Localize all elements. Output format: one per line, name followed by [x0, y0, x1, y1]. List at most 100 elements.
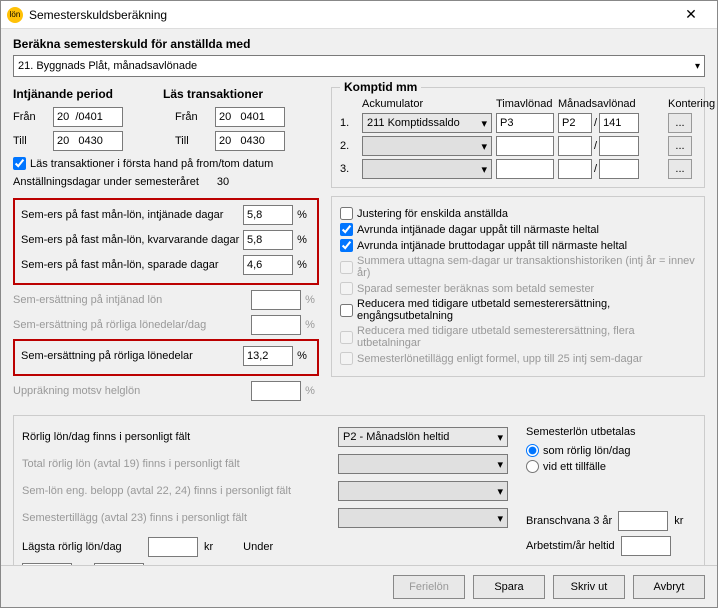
sem-eng-label: Sem-lön eng. belopp (avtal 22, 24) finns…	[22, 485, 320, 497]
anst-days-label: Anställningsdagar under semesteråret	[13, 176, 199, 188]
from-label-2: Från	[175, 111, 209, 123]
bottom-form: Rörlig lön/dag finns i personligt fält T…	[13, 415, 705, 565]
lagsta-rorlig-label: Lägsta rörlig lön/dag	[22, 541, 142, 553]
las-till-input[interactable]	[215, 131, 285, 151]
pct-r3-unit: %	[293, 259, 311, 271]
intj-till-input[interactable]	[53, 131, 123, 151]
pct-r6-label: Sem-ersättning på rörliga lönedelar	[21, 350, 243, 362]
total-rorlig-label: Total rörlig lön (avtal 19) finns i pers…	[22, 458, 320, 470]
pct-r6-input[interactable]	[243, 346, 293, 366]
spara-button[interactable]: Spara	[473, 575, 545, 599]
arbetstim-input[interactable]	[621, 536, 671, 556]
komp-row2-kon[interactable]	[599, 136, 639, 156]
check-justering[interactable]	[340, 207, 353, 220]
ferie-button: Ferielön	[393, 575, 465, 599]
pct-r4-label: Sem-ersättning på intjänad lön	[13, 294, 251, 306]
pct-r4-input	[251, 290, 301, 310]
pct-r1-label: Sem-ers på fast mån-lön, intjänade dagar	[21, 209, 243, 221]
las-first-label: Läs transaktioner i första hand på from/…	[30, 158, 273, 170]
chevron-down-icon: ▾	[481, 117, 487, 130]
check-reducera-eng[interactable]	[340, 304, 353, 317]
skriv-button[interactable]: Skriv ut	[553, 575, 625, 599]
komp-head-man: Månadsavlönad	[558, 98, 664, 110]
chevron-down-icon: ▾	[481, 163, 487, 176]
komp-head-tim: Timavlönad	[496, 98, 554, 110]
check-reducera-flera	[340, 331, 353, 344]
chevron-down-icon: ▾	[497, 431, 503, 444]
rorlig-combo[interactable]: P2 - Månadslön heltid▾	[338, 427, 508, 447]
chevron-down-icon: ▾	[481, 140, 487, 153]
till-label-2: Till	[175, 135, 209, 147]
chevron-down-icon: ▾	[497, 458, 503, 471]
komp-row2-browse[interactable]: ...	[668, 136, 692, 156]
chevron-down-icon: ▾	[497, 512, 503, 525]
chevron-down-icon: ▾	[497, 485, 503, 498]
redbox-1: Sem-ers på fast mån-lön, intjänade dagar…	[13, 198, 319, 285]
pct-r7-unit: %	[301, 385, 319, 397]
komp-row3-man[interactable]	[558, 159, 592, 179]
section-header: Beräkna semesterskuld för anställda med	[13, 37, 705, 51]
bransch-input[interactable]	[618, 511, 668, 531]
pct-r3-input[interactable]	[243, 255, 293, 275]
window-title: Semesterskuldsberäkning	[29, 8, 671, 22]
agreement-select[interactable]: 21. Byggnads Plåt, månadsavlönade ▾	[13, 55, 705, 77]
komp-legend: Komptid mm	[340, 80, 421, 94]
sem-eng-combo: ▾	[338, 481, 508, 501]
komp-row3-num: 3.	[340, 163, 358, 175]
pct-r5-unit: %	[301, 319, 319, 331]
redbox-2: Sem-ersättning på rörliga lönedelar %	[13, 339, 319, 376]
pct-r2-input[interactable]	[243, 230, 293, 250]
pct-r4-unit: %	[301, 294, 319, 306]
komp-head-kon: Kontering	[668, 98, 696, 110]
from-label-1: Från	[13, 111, 47, 123]
lagsta-rorlig-input[interactable]	[148, 537, 198, 557]
komp-row1-man[interactable]	[558, 113, 592, 133]
komp-fieldset: Komptid mm Ackumulator Timavlönad Månads…	[331, 87, 705, 188]
pct-r1-input[interactable]	[243, 205, 293, 225]
radio-rorlig[interactable]	[526, 444, 539, 457]
till-label-1: Till	[13, 135, 47, 147]
las-from-input[interactable]	[215, 107, 285, 127]
komp-row2-ack[interactable]: ▾	[362, 136, 492, 156]
check-semtillagg	[340, 352, 353, 365]
komp-row2-man[interactable]	[558, 136, 592, 156]
komp-row3-tim[interactable]	[496, 159, 554, 179]
las-first-checkbox[interactable]	[13, 157, 26, 170]
komp-row1-tim[interactable]	[496, 113, 554, 133]
komp-row2-tim[interactable]	[496, 136, 554, 156]
app-icon: lön	[7, 7, 23, 23]
agreement-value: 21. Byggnads Plåt, månadsavlönade	[18, 60, 197, 72]
komp-row1-kon[interactable]	[599, 113, 639, 133]
rorlig-head: Rörlig lön/dag finns i personligt fält	[22, 431, 320, 443]
komp-row3-ack[interactable]: ▾	[362, 159, 492, 179]
pct-r1-unit: %	[293, 209, 311, 221]
close-button[interactable]: ✕	[671, 1, 711, 29]
pct-r6-unit: %	[293, 350, 311, 362]
komp-row1-ack[interactable]: 211 Komptidssaldo▾	[362, 113, 492, 133]
period-head-intj: Intjänande period	[13, 87, 113, 101]
intj-from-input[interactable]	[53, 107, 123, 127]
chevron-down-icon: ▾	[695, 61, 700, 72]
pct-r5-label: Sem-ersättning på rörliga lönedelar/dag	[13, 319, 251, 331]
check-avrunda-brutto[interactable]	[340, 239, 353, 252]
check-sparad	[340, 282, 353, 295]
pct-r2-label: Sem-ers på fast mån-lön, kvarvarande dag…	[21, 234, 243, 246]
sem-till-combo: ▾	[338, 508, 508, 528]
komp-head-ack: Ackumulator	[362, 98, 492, 110]
window: lön Semesterskuldsberäkning ✕ Beräkna se…	[0, 0, 718, 608]
komp-row1-browse[interactable]: ...	[668, 113, 692, 133]
radio-vid[interactable]	[526, 460, 539, 473]
komp-row3-browse[interactable]: ...	[668, 159, 692, 179]
options-fieldset: Justering för enskilda anställda Avrunda…	[331, 196, 705, 377]
pct-r7-input	[251, 381, 301, 401]
titlebar: lön Semesterskuldsberäkning ✕	[1, 1, 717, 29]
komp-row3-kon[interactable]	[599, 159, 639, 179]
check-avrunda-dagar[interactable]	[340, 223, 353, 236]
period-head-las: Läs transaktioner	[163, 87, 263, 101]
sem-utb-head: Semesterlön utbetalas	[526, 426, 696, 438]
pct-r5-input	[251, 315, 301, 335]
pct-r3-label: Sem-ers på fast mån-lön, sparade dagar	[21, 259, 243, 271]
avbryt-button[interactable]: Avbryt	[633, 575, 705, 599]
under-label: Under	[243, 541, 273, 553]
komp-row1-num: 1.	[340, 117, 358, 129]
